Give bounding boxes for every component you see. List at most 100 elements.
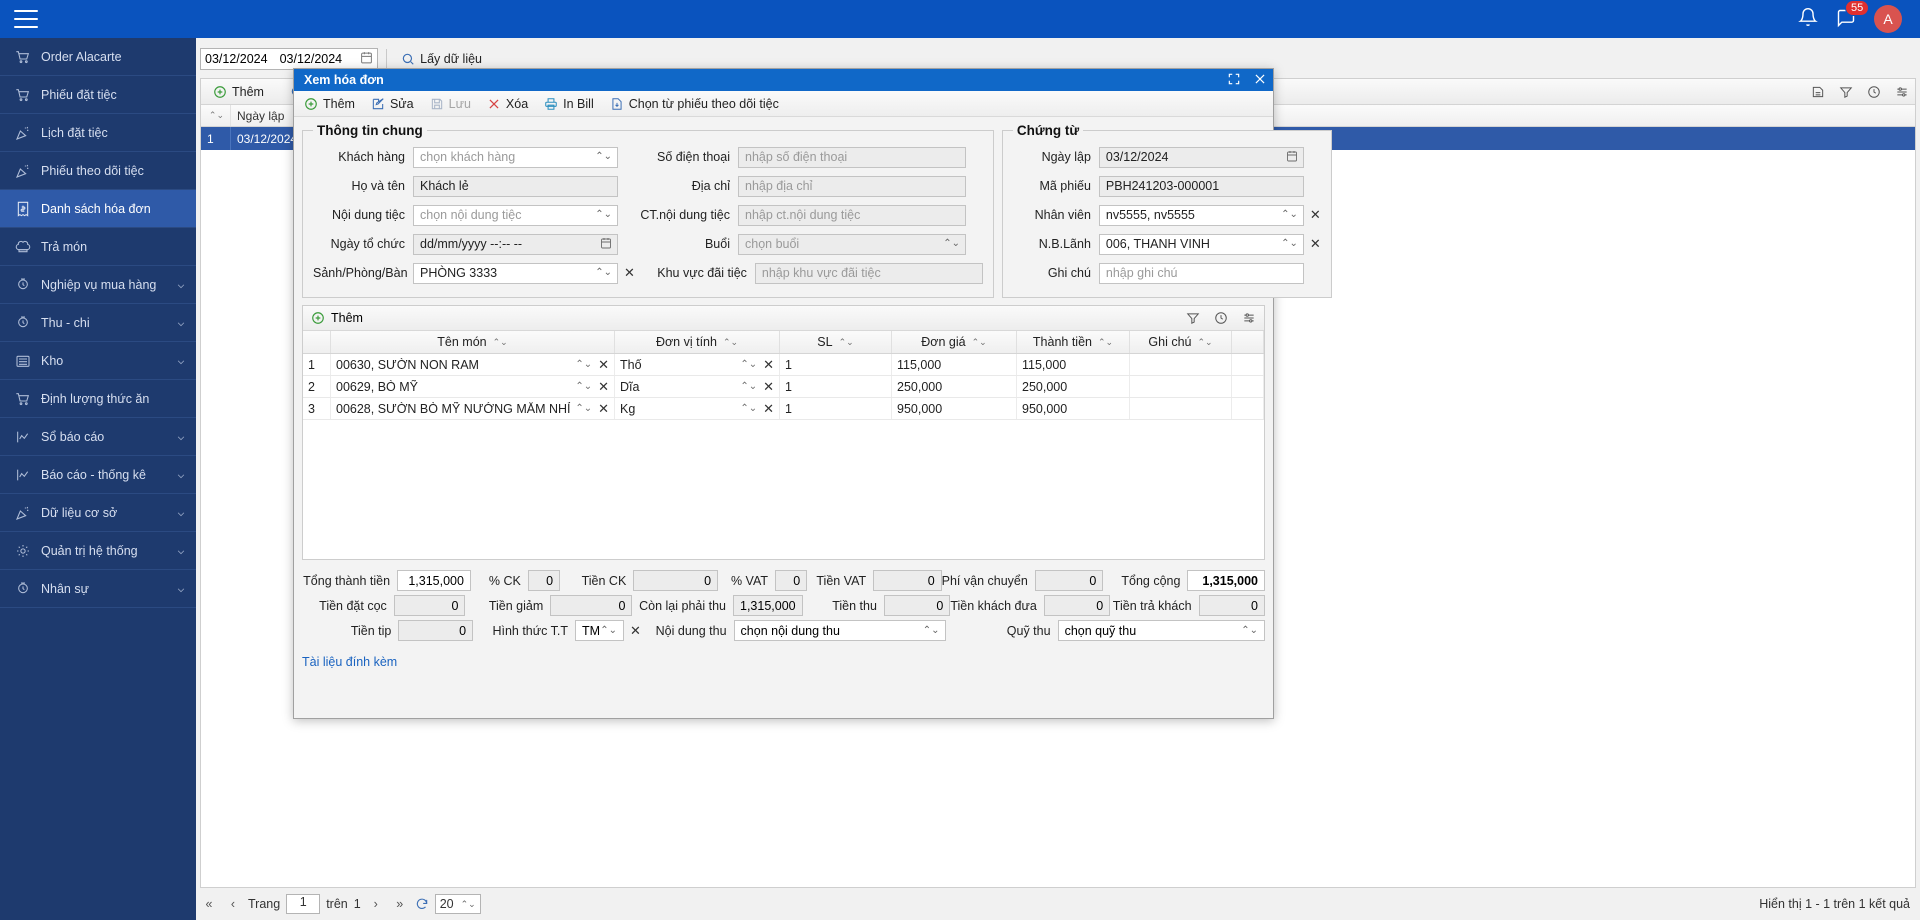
chevron-updown-icon[interactable]: ⌃⌄ xyxy=(740,381,757,392)
avatar[interactable]: A xyxy=(1874,5,1902,33)
document-field-1-input[interactable]: PBH241203-000001 xyxy=(1098,175,1304,197)
sidebar-item-5[interactable]: Trả món xyxy=(0,228,196,266)
cell-clear-icon[interactable]: ✕ xyxy=(763,357,774,373)
sidebar-item-7[interactable]: Thu - chi xyxy=(0,304,196,342)
income-content-select[interactable]: chọn nội dung thu ⌃⌄ xyxy=(733,620,947,641)
pager-page-size-select[interactable]: 20 ⌃⌄ xyxy=(434,894,481,914)
calendar-icon[interactable] xyxy=(360,51,373,67)
refresh-icon[interactable] xyxy=(415,897,429,911)
chevron-updown-icon[interactable]: ⌃⌄ xyxy=(1281,210,1298,220)
total-input-3[interactable]: 0 xyxy=(883,595,951,616)
calendar-icon[interactable] xyxy=(1286,150,1298,165)
invoice-grid-col-header[interactable]: ⌃⌄ xyxy=(201,105,231,126)
total-input-1[interactable]: 0 xyxy=(527,570,561,591)
chevron-updown-icon[interactable]: ⌃⌄ xyxy=(595,210,612,220)
export-icon[interactable] xyxy=(1811,85,1825,99)
dialog-toolbar-item-1[interactable]: Sửa xyxy=(371,97,414,111)
history-icon[interactable] xyxy=(1867,85,1881,99)
general-field-6-input[interactable]: dd/mm/yyyy --:-- -- xyxy=(413,233,618,255)
payment-method-clear-icon[interactable]: ✕ xyxy=(630,623,641,639)
chevron-updown-icon[interactable]: ⌃⌄ xyxy=(1281,239,1298,249)
filter-icon[interactable] xyxy=(1186,311,1200,325)
item-grid-col-header-7[interactable] xyxy=(1232,331,1264,353)
dialog-toolbar-item-3[interactable]: Xóa xyxy=(487,97,528,111)
delete-row-button[interactable] xyxy=(1232,398,1268,434)
hamburger-icon[interactable] xyxy=(14,10,38,28)
item-grid-col-header-6[interactable]: Ghi chú ⌃⌄ xyxy=(1130,331,1232,353)
chevron-updown-icon[interactable]: ⌃⌄ xyxy=(740,359,757,370)
sidebar-item-11[interactable]: Báo cáo - thống kê xyxy=(0,456,196,494)
item-grid-col-header-1[interactable]: Tên món ⌃⌄ xyxy=(331,331,615,353)
item-row[interactable]: 3 00628, SƯỜN BÒ MỸ NƯỚNG MẮM NHỈ ⌃⌄ ✕ Kg ⌃⌄ ✕… xyxy=(303,398,1268,434)
total-input-3[interactable]: 0 xyxy=(775,570,808,591)
date-range-input[interactable]: 03/12/2024 03/12/2024 xyxy=(200,48,379,70)
cell-clear-icon[interactable]: ✕ xyxy=(598,357,609,373)
fetch-data-button[interactable]: Lấy dữ liệu xyxy=(395,50,488,68)
sidebar-item-8[interactable]: Kho xyxy=(0,342,196,380)
total-input-0[interactable]: 1,315,000 xyxy=(397,570,471,591)
general-field-3-input[interactable]: nhập địa chỉ xyxy=(738,175,966,197)
cell-clear-icon[interactable]: ✕ xyxy=(598,401,609,417)
pager-prev-button[interactable]: ‹ xyxy=(224,897,242,911)
sidebar-item-9[interactable]: Định lượng thức ăn xyxy=(0,380,196,418)
dialog-toolbar-item-4[interactable]: In Bill xyxy=(544,97,594,111)
chevron-updown-icon[interactable]: ⌃⌄ xyxy=(575,381,592,392)
total-input-2[interactable]: 1,315,000 xyxy=(733,595,803,616)
chevron-updown-icon[interactable]: ⌃⌄ xyxy=(943,239,960,249)
history-icon[interactable] xyxy=(1214,311,1228,325)
grid-add-button[interactable]: Thêm xyxy=(207,83,270,101)
filter-icon[interactable] xyxy=(1839,85,1853,99)
total-input-4[interactable]: 0 xyxy=(1043,595,1111,616)
cell-clear-icon[interactable]: ✕ xyxy=(598,379,609,395)
cell-clear-icon[interactable]: ✕ xyxy=(763,401,774,417)
dialog-toolbar-item-0[interactable]: Thêm xyxy=(304,97,355,111)
attachment-link[interactable]: Tài liệu đính kèm xyxy=(302,655,397,669)
sidebar-item-3[interactable]: Phiếu theo dõi tiệc xyxy=(0,152,196,190)
item-row[interactable]: 2 00629, BÒ MỸ ⌃⌄ ✕ Dĩa ⌃⌄ ✕ 1 250,000 250,000 xyxy=(303,376,1268,412)
document-field-0-input[interactable]: 03/12/2024 xyxy=(1098,146,1304,168)
general-field-8-input[interactable]: PHÒNG 3333 ⌃⌄ xyxy=(413,262,618,284)
dialog-toolbar-item-5[interactable]: Chọn từ phiếu theo dõi tiệc xyxy=(610,97,779,111)
total-input-6[interactable]: 1,315,000 xyxy=(1187,570,1265,591)
sidebar-item-0[interactable]: Order Alacarte xyxy=(0,38,196,76)
delete-row-button[interactable] xyxy=(1232,354,1268,390)
sidebar-item-2[interactable]: Lịch đặt tiệc xyxy=(0,114,196,152)
chevron-updown-icon[interactable]: ⌃⌄ xyxy=(740,403,757,414)
chevron-updown-icon[interactable]: ⌃⌄ xyxy=(595,152,612,162)
item-grid-add-label[interactable]: Thêm xyxy=(331,311,363,325)
close-icon[interactable] xyxy=(1253,72,1267,89)
sidebar-item-4[interactable]: Danh sách hóa đơn xyxy=(0,190,196,228)
total-input-5[interactable]: 0 xyxy=(1034,570,1104,591)
item-grid-col-header-4[interactable]: Đơn giá ⌃⌄ xyxy=(892,331,1017,353)
sidebar-item-10[interactable]: Sổ báo cáo xyxy=(0,418,196,456)
total-input-1[interactable]: 0 xyxy=(550,595,633,616)
total-input-5[interactable]: 0 xyxy=(1198,595,1265,616)
general-field-5-input[interactable]: nhập ct.nội dung tiệc xyxy=(738,204,966,226)
chevron-updown-icon[interactable]: ⌃⌄ xyxy=(575,359,592,370)
general-field-1-input[interactable]: nhập số điện thoại xyxy=(738,146,966,168)
document-field-3-input[interactable]: 006, THANH VINH ⌃⌄ xyxy=(1098,233,1304,255)
total-input-0[interactable]: 0 xyxy=(393,595,466,616)
total-input-4[interactable]: 0 xyxy=(873,570,942,591)
item-grid-col-header-5[interactable]: Thành tiền ⌃⌄ xyxy=(1017,331,1130,353)
general-field-7-input[interactable]: chọn buổi ⌃⌄ xyxy=(738,233,966,255)
sidebar-item-14[interactable]: Nhân sự xyxy=(0,570,196,608)
fund-select[interactable]: chọn quỹ thu ⌃⌄ xyxy=(1057,620,1265,641)
item-grid-col-header-0[interactable] xyxy=(303,331,331,353)
settings-icon[interactable] xyxy=(1242,311,1256,325)
tip-input[interactable]: 0 xyxy=(398,620,474,641)
chevron-updown-icon[interactable]: ⌃⌄ xyxy=(595,268,612,278)
document-field-4-input[interactable]: nhập ghi chú xyxy=(1098,262,1304,284)
document-field-2-clear-icon[interactable]: ✕ xyxy=(1310,207,1321,223)
general-field-9-input[interactable]: nhập khu vực đãi tiệc xyxy=(754,262,983,284)
cell-clear-icon[interactable]: ✕ xyxy=(763,379,774,395)
document-field-2-input[interactable]: nv5555, nv5555 ⌃⌄ xyxy=(1098,204,1304,226)
general-field-0-input[interactable]: chọn khách hàng ⌃⌄ xyxy=(413,146,618,168)
document-field-3-clear-icon[interactable]: ✕ xyxy=(1310,236,1321,252)
pager-page-input[interactable]: 1 xyxy=(286,894,321,914)
pager-first-button[interactable]: « xyxy=(200,897,218,911)
pager-next-button[interactable]: › xyxy=(367,897,385,911)
maximize-icon[interactable] xyxy=(1227,72,1241,89)
item-row[interactable]: 1 00630, SƯỜN NON RAM ⌃⌄ ✕ Thố ⌃⌄ ✕ 1 115,000 115… xyxy=(303,354,1268,390)
delete-row-button[interactable] xyxy=(1232,376,1268,412)
